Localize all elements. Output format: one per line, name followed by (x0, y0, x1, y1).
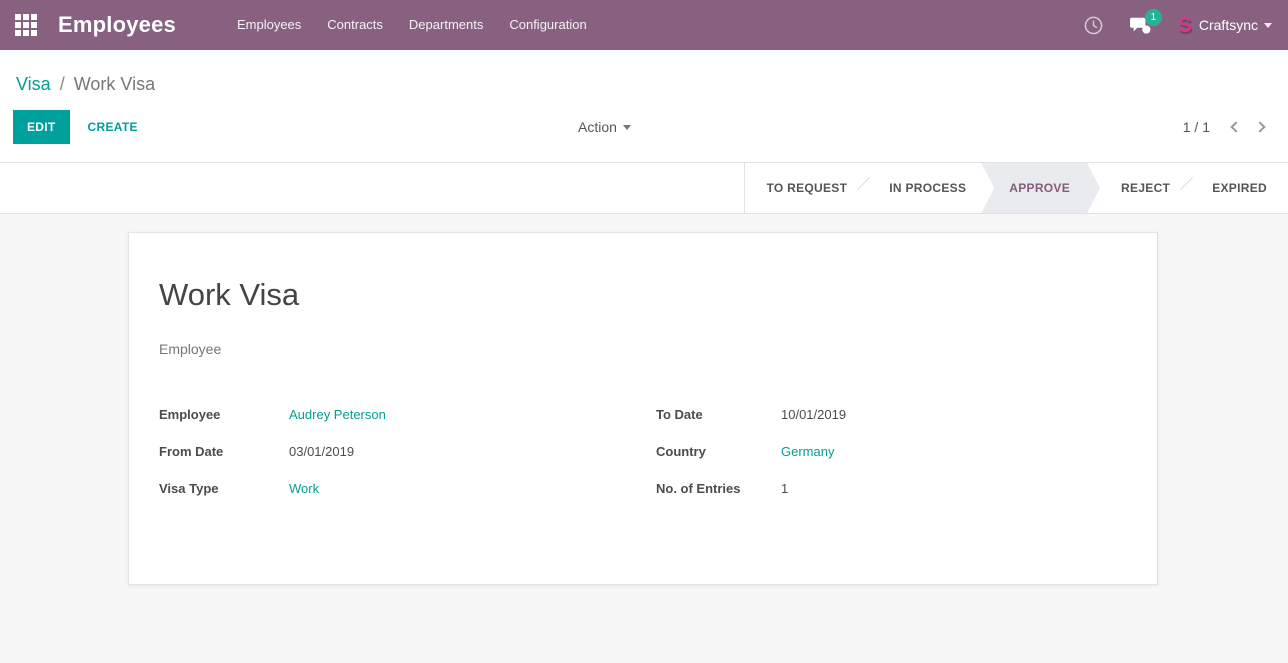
field-label: To Date (656, 405, 781, 422)
stage-in-process[interactable]: IN PROCESS (868, 163, 987, 213)
field-no-of-entries: No. of Entries 1 (656, 479, 1127, 516)
clock-icon (1084, 16, 1103, 35)
field-employee: Employee Audrey Peterson (159, 405, 656, 442)
statusbar: TO REQUEST IN PROCESS APPROVE REJECT EXP… (0, 162, 1288, 214)
menu-contracts[interactable]: Contracts (314, 0, 396, 50)
from-date-value: 03/01/2019 (289, 442, 354, 459)
chevron-right-icon (1254, 121, 1265, 132)
messages-count-badge: 1 (1145, 9, 1162, 26)
control-panel-buttons-row: EDIT CREATE Action 1 / 1 (0, 95, 1288, 162)
user-name: Craftsync (1199, 17, 1258, 33)
field-label: No. of Entries (656, 479, 781, 496)
action-dropdown[interactable]: Action (578, 119, 631, 135)
control-panel: Visa / Work Visa EDIT CREATE Action 1 / … (0, 50, 1288, 162)
avatar: S (1178, 15, 1192, 36)
employee-link[interactable]: Audrey Peterson (289, 405, 386, 422)
breadcrumb-current: Work Visa (74, 74, 155, 94)
record-title: Work Visa (159, 277, 1127, 313)
field-column-left: Employee Audrey Peterson From Date 03/01… (159, 405, 656, 516)
breadcrumb-separator: / (60, 74, 65, 94)
field-country: Country Germany (656, 442, 1127, 479)
field-label: From Date (159, 442, 289, 459)
visa-type-link[interactable]: Work (289, 479, 319, 496)
apps-grid-icon (15, 14, 37, 36)
chevron-down-icon (623, 125, 631, 130)
stage-reject[interactable]: REJECT (1100, 163, 1191, 213)
field-visa-type: Visa Type Work (159, 479, 656, 516)
record-subtitle: Employee (159, 341, 1127, 357)
chevron-left-icon (1230, 121, 1241, 132)
menu-configuration[interactable]: Configuration (496, 0, 599, 50)
pager: 1 / 1 (1183, 119, 1272, 135)
field-label: Visa Type (159, 479, 289, 496)
field-from-date: From Date 03/01/2019 (159, 442, 656, 479)
breadcrumb-parent-link[interactable]: Visa (16, 74, 51, 94)
statusbar-stages: TO REQUEST IN PROCESS APPROVE REJECT EXP… (744, 163, 1288, 213)
field-to-date: To Date 10/01/2019 (656, 405, 1127, 442)
form-view: Work Visa Employee Employee Audrey Peter… (0, 214, 1288, 663)
pager-previous-button[interactable] (1224, 119, 1248, 135)
top-navbar: Employees Employees Contracts Department… (0, 0, 1288, 50)
pager-next-button[interactable] (1248, 119, 1272, 135)
breadcrumb: Visa / Work Visa (0, 50, 1288, 95)
messages-button[interactable]: 1 (1116, 0, 1164, 50)
stage-approve[interactable]: APPROVE (981, 163, 1100, 213)
field-label: Employee (159, 405, 289, 422)
form-sheet: Work Visa Employee Employee Audrey Peter… (128, 232, 1158, 585)
to-date-value: 10/01/2019 (781, 405, 846, 422)
stage-expired[interactable]: EXPIRED (1191, 163, 1288, 213)
edit-button[interactable]: EDIT (13, 110, 70, 144)
stage-to-request[interactable]: TO REQUEST (745, 163, 868, 213)
create-button[interactable]: CREATE (74, 111, 152, 143)
apps-menu-button[interactable] (0, 0, 52, 50)
entries-value: 1 (781, 479, 788, 496)
user-menu[interactable]: S Craftsync (1178, 15, 1272, 36)
menu-employees[interactable]: Employees (224, 0, 314, 50)
action-dropdown-label: Action (578, 119, 617, 135)
main-menu: Employees Contracts Departments Configur… (224, 0, 600, 50)
activities-button[interactable] (1071, 0, 1116, 50)
chevron-down-icon (1264, 23, 1272, 28)
pager-value: 1 / 1 (1183, 119, 1210, 135)
field-column-right: To Date 10/01/2019 Country Germany No. o… (656, 405, 1127, 516)
field-label: Country (656, 442, 781, 459)
app-title[interactable]: Employees (58, 12, 176, 38)
field-grid: Employee Audrey Peterson From Date 03/01… (159, 405, 1127, 516)
systray: 1 S Craftsync (1071, 0, 1288, 50)
country-link[interactable]: Germany (781, 442, 834, 459)
menu-departments[interactable]: Departments (396, 0, 496, 50)
